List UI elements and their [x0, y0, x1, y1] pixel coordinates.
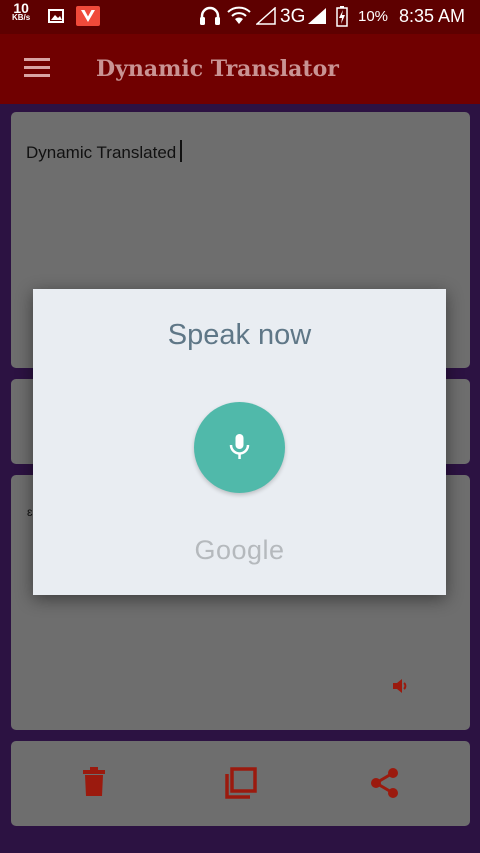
battery-charging-icon: [336, 6, 348, 32]
actions-card: [11, 741, 470, 826]
headset-icon: [199, 6, 221, 31]
input-text: Dynamic Translated: [26, 143, 177, 162]
clock: 8:35 AM: [399, 6, 466, 26]
speaker-icon[interactable]: [391, 677, 409, 700]
network-speed-unit: KB/s: [12, 13, 31, 22]
battery-level: 10%: [358, 8, 389, 25]
output-text-fragment: ɛ: [27, 505, 33, 519]
delete-icon[interactable]: [82, 767, 106, 802]
signal-empty-icon: [255, 6, 276, 30]
app-title: Dynamic Translator: [96, 56, 339, 82]
network-speed-value: 10: [13, 0, 29, 16]
status-bar: 10 KB/s 3G 10% 8:35 AM: [0, 0, 480, 34]
app-bar: Dynamic Translator: [0, 34, 480, 104]
microphone-button[interactable]: [194, 402, 285, 493]
network-type: 3G: [280, 6, 306, 27]
share-icon[interactable]: [370, 767, 400, 804]
voice-input-dialog: Speak now Google: [33, 289, 446, 595]
input-text-field[interactable]: Dynamic Translated: [26, 140, 183, 163]
image-icon: [48, 9, 64, 28]
v-app-icon: [76, 6, 100, 31]
wifi-icon: [227, 6, 251, 31]
network-speed: 10 KB/s: [12, 0, 31, 23]
copy-icon[interactable]: [223, 767, 257, 804]
google-logo: Google: [194, 535, 285, 565]
text-cursor: [180, 140, 183, 162]
speak-now-prompt: Speak now: [167, 319, 312, 351]
microphone-icon: [229, 434, 250, 459]
signal-icon: [307, 7, 327, 30]
hamburger-menu-icon[interactable]: [24, 58, 50, 78]
